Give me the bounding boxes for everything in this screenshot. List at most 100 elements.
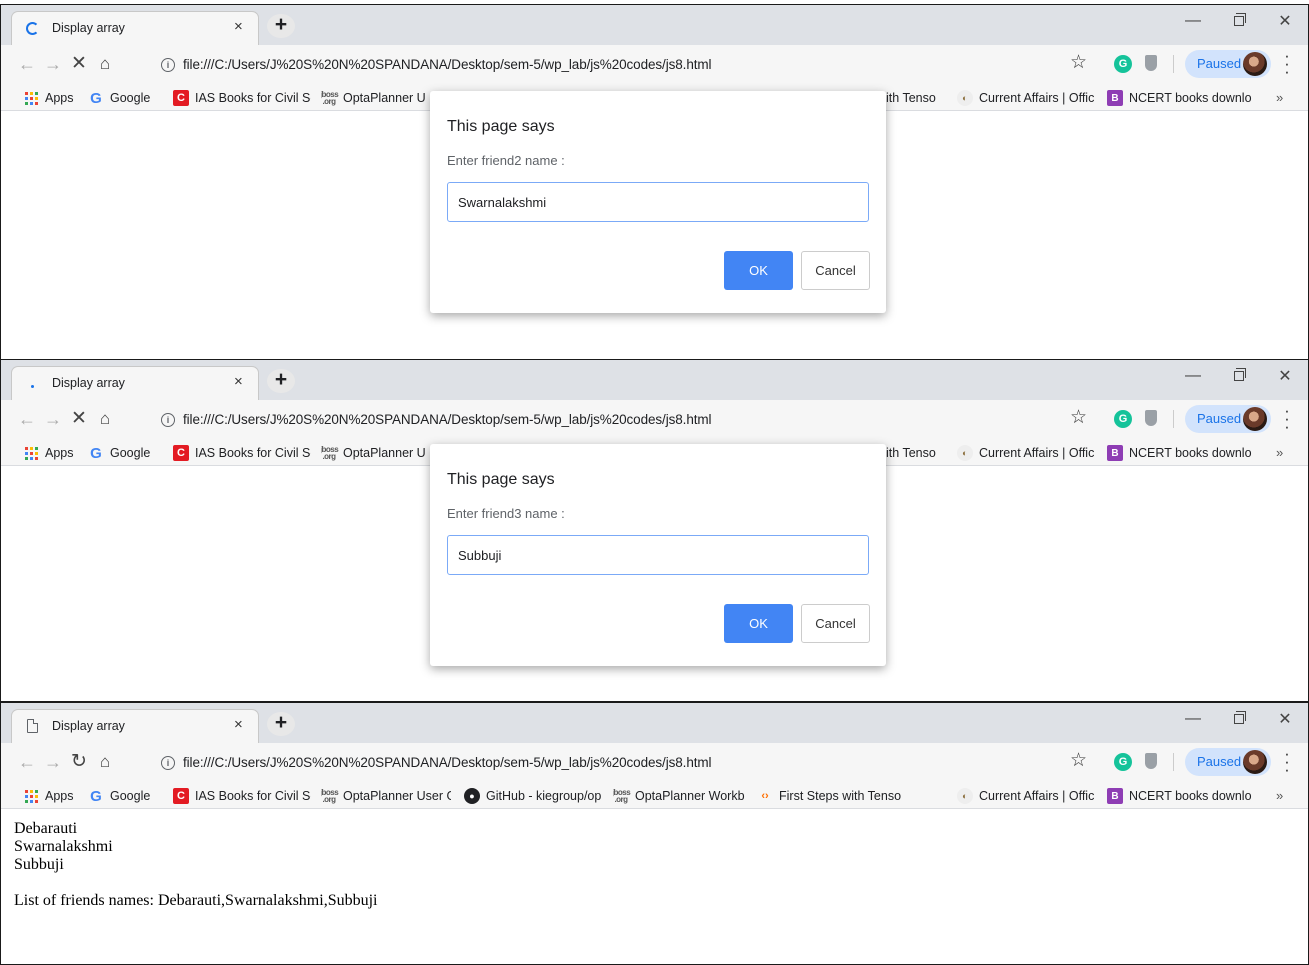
current-affairs-icon: ◐ [957,90,973,106]
close-window-icon[interactable]: ✕ [1262,703,1308,735]
bookmark-ias[interactable]: C IAS Books for Civil Se [173,89,311,107]
address-bar[interactable]: i file:///C:/Users/J%20S%20N%20SPANDANA/… [149,748,1094,778]
new-tab-button[interactable]: + [267,369,295,393]
shield-extension-icon[interactable] [1145,55,1157,71]
stop-icon[interactable]: ✕ [67,407,91,431]
grammarly-icon[interactable]: G [1114,410,1132,428]
cancel-button[interactable]: Cancel [801,251,870,290]
bookmark-google[interactable]: G Google [88,787,150,805]
toolbar-divider [1173,55,1174,73]
dialog-title: This page says [447,118,555,135]
bookmark-github[interactable]: ● GitHub - kiegroup/op [464,787,602,805]
bookmark-ias[interactable]: C IAS Books for Civil Se [173,787,311,805]
tab-close-icon[interactable]: × [234,716,243,733]
bookmark-label: NCERT books downlo [1129,91,1252,105]
bookmark-tensorflow[interactable]: ith Tenso [886,89,942,107]
bookmark-apps[interactable]: Apps [23,444,74,462]
close-window-icon[interactable]: ✕ [1262,5,1308,37]
bookmark-current-affairs[interactable]: ◐ Current Affairs | Offic [957,89,1097,107]
bookmark-google[interactable]: G Google [88,444,150,462]
home-icon[interactable]: ⌂ [93,52,117,76]
bookmark-ncert[interactable]: B NCERT books downlo [1107,787,1253,805]
bookmark-label: Google [110,446,151,460]
bookmark-star-icon[interactable]: ☆ [1070,51,1087,74]
bookmark-ncert[interactable]: B NCERT books downlo [1107,89,1253,107]
menu-icon[interactable]: · · · [1284,402,1290,435]
info-icon[interactable]: i [161,58,175,72]
profile-paused-button[interactable]: Paused [1185,748,1271,776]
stop-icon[interactable]: ✕ [67,52,91,76]
back-icon[interactable]: ← [15,407,39,431]
tab-close-icon[interactable]: × [234,18,243,35]
restore-icon[interactable] [1216,703,1262,735]
address-bar[interactable]: i file:///C:/Users/J%20S%20N%20SPANDANA/… [149,50,1094,80]
minimize-icon[interactable]: — [1170,360,1216,392]
tab-display-array[interactable]: Display array × [11,709,259,743]
ok-button[interactable]: OK [724,251,793,290]
bookmark-ias[interactable]: C IAS Books for Civil Se [173,444,311,462]
menu-icon[interactable]: · · · [1284,745,1290,778]
bookmarks-more-icon[interactable]: » [1276,90,1283,105]
back-icon[interactable]: ← [15,52,39,76]
new-tab-button[interactable]: + [267,14,295,38]
bookmark-current-affairs[interactable]: ◐ Current Affairs | Offic [957,444,1097,462]
grammarly-icon[interactable]: G [1114,55,1132,73]
restore-icon[interactable] [1216,360,1262,392]
bookmark-optaplanner[interactable]: jboss.org OptaPlanner User Gu [321,787,451,805]
home-icon[interactable]: ⌂ [93,750,117,774]
cancel-button[interactable]: Cancel [801,604,870,643]
close-window-icon[interactable]: ✕ [1262,360,1308,392]
tab-close-icon[interactable]: × [234,373,243,390]
dialog-input[interactable] [447,535,869,575]
bookmark-tensorflow[interactable]: ‹› First Steps with Tenso [757,787,943,805]
back-icon[interactable]: ← [15,750,39,774]
ok-button[interactable]: OK [724,604,793,643]
bookmark-apps[interactable]: Apps [23,787,74,805]
grammarly-icon[interactable]: G [1114,753,1132,771]
restore-icon[interactable] [1216,5,1262,37]
profile-paused-button[interactable]: Paused [1185,405,1271,433]
tab-display-array[interactable]: Display array × [11,11,259,45]
minimize-icon[interactable]: — [1170,5,1216,37]
url-text[interactable]: file:///C:/Users/J%20S%20N%20SPANDANA/De… [183,412,712,427]
bookmark-google[interactable]: G Google [88,89,150,107]
new-tab-button[interactable]: + [267,712,295,736]
bookmark-star-icon[interactable]: ☆ [1070,406,1087,429]
loading-spinner-icon [25,21,39,35]
avatar [1243,407,1267,431]
forward-icon[interactable]: → [41,750,65,774]
bookmark-label: ith Tenso [886,446,936,460]
info-icon[interactable]: i [161,756,175,770]
home-icon[interactable]: ⌂ [93,407,117,431]
bookmark-label: OptaPlanner Workbe [635,789,745,803]
avatar [1243,750,1267,774]
bookmark-optaplanner[interactable]: jboss .org OptaPlanner U [321,89,431,107]
minimize-icon[interactable]: — [1170,703,1216,735]
reload-icon[interactable]: ↻ [67,750,91,774]
url-text[interactable]: file:///C:/Users/J%20S%20N%20SPANDANA/De… [183,57,712,72]
dialog-message: Enter friend2 name : [447,153,565,168]
bookmark-optaplanner-workbench[interactable]: jboss .org OptaPlanner Workbe [613,787,745,805]
forward-icon[interactable]: → [41,52,65,76]
bookmark-apps[interactable]: Apps [23,89,74,107]
bookmark-tensorflow[interactable]: ith Tenso [886,444,942,462]
bookmark-current-affairs[interactable]: ◐ Current Affairs | Offic [957,787,1097,805]
shield-extension-icon[interactable] [1145,410,1157,426]
dialog-input[interactable] [447,182,869,222]
forward-icon[interactable]: → [41,407,65,431]
tab-display-array[interactable]: Display array × [11,366,259,400]
bookmarks-more-icon[interactable]: » [1276,788,1283,803]
menu-icon[interactable]: · · · [1284,47,1290,80]
bookmarks-more-icon[interactable]: » [1276,445,1283,460]
info-icon[interactable]: i [161,413,175,427]
url-text[interactable]: file:///C:/Users/J%20S%20N%20SPANDANA/De… [183,755,712,770]
bookmark-optaplanner[interactable]: jboss .org OptaPlanner U [321,444,431,462]
shield-extension-icon[interactable] [1145,753,1157,769]
address-bar[interactable]: i file:///C:/Users/J%20S%20N%20SPANDANA/… [149,405,1094,435]
bookmark-ncert[interactable]: B NCERT books downlo [1107,444,1253,462]
profile-paused-button[interactable]: Paused [1185,50,1271,78]
paused-label: Paused [1197,754,1242,769]
bookmark-star-icon[interactable]: ☆ [1070,749,1087,772]
toolbar: ← → ✕ ⌂ i file:///C:/Users/J%20S%20N%20S… [1,45,1308,84]
prompt-dialog: This page says Enter friend2 name : OK C… [430,91,886,313]
